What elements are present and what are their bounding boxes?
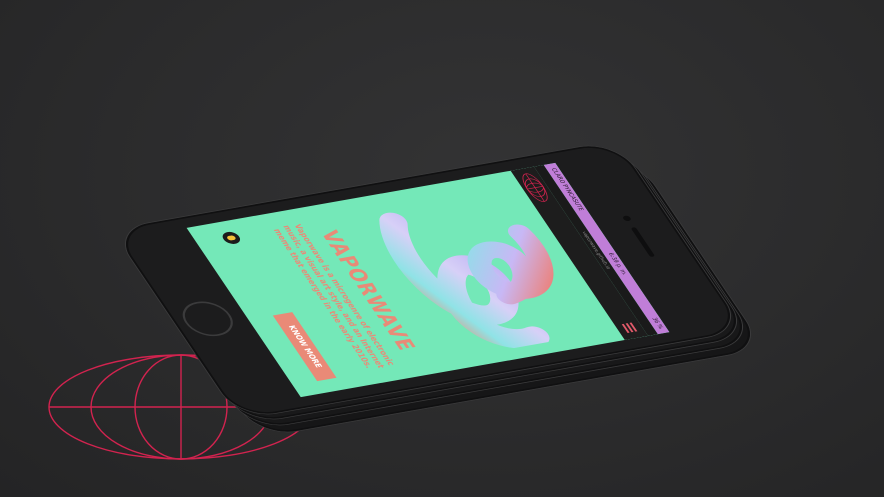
hamburger-icon[interactable]	[621, 322, 638, 333]
home-button[interactable]	[174, 298, 242, 340]
toggle-icon[interactable]	[219, 230, 244, 246]
phone-stack: CLARO PYNCASUTE 6:39 p. m. 36 % vaporwav…	[111, 0, 765, 497]
earpiece	[630, 227, 656, 258]
mockup-scene: CLARO PYNCASUTE 6:39 p. m. 36 % vaporwav…	[0, 0, 884, 497]
know-more-button[interactable]: KNOW MORE	[272, 312, 337, 382]
front-camera	[621, 215, 633, 222]
